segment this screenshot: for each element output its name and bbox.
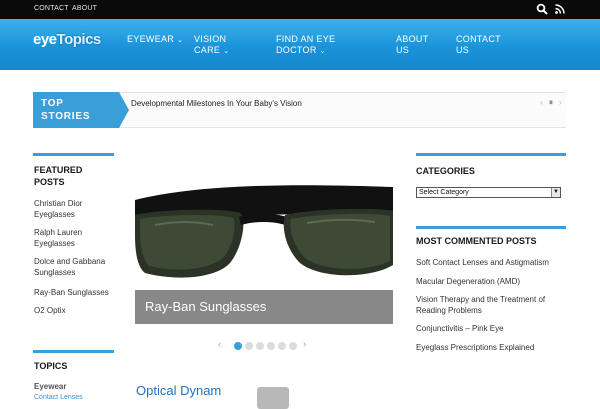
featured-post-link[interactable]: Ralph Lauren Eyeglasses (34, 227, 82, 249)
featured-post-link[interactable]: Dolce and Gabbana Sunglasses (34, 256, 105, 278)
site-logo[interactable]: eyeTopics (33, 31, 101, 48)
chevron-left-icon[interactable]: ‹ (540, 98, 543, 107)
site-header: eyeTopics EYEWEAR ⌄ VISION CARE ⌄ FIND AN … (0, 19, 600, 70)
top-stories-ticker: TOP STORIES Developmental Milestones In … (33, 92, 566, 128)
top-stories-arrow (119, 92, 129, 128)
featured-post-link[interactable]: O2 Optix (34, 305, 66, 316)
slider-dot[interactable] (256, 342, 264, 350)
most-commented-line1: Conjunctivitis – Pink Eye (416, 324, 504, 333)
featured-post-line1: Christian Dior (34, 199, 83, 208)
featured-post-line1: O2 Optix (34, 306, 66, 315)
featured-post-line1: Dolce and Gabbana (34, 257, 106, 266)
slider-pagination: ‹ › (218, 339, 308, 352)
most-commented-line1: Eyeglass Prescriptions Explained (416, 343, 535, 352)
most-commented-line2: Reading Problems (416, 306, 482, 315)
most-commented-line1: Macular Degeneration (AMD) (416, 277, 521, 286)
top-stories-label-line2: STORIES (41, 111, 91, 122)
categories-rule (416, 153, 566, 156)
nav-find-line2: DOCTOR (276, 45, 317, 55)
top-story-link[interactable]: Developmental Milestones In Your Baby's … (131, 99, 302, 108)
slider-dot[interactable] (267, 342, 275, 350)
slider-dot[interactable] (234, 342, 242, 350)
slider-dot[interactable] (278, 342, 286, 350)
nav-about-us[interactable]: ABOUT US (396, 34, 429, 56)
featured-posts-heading: FEATURED POSTS (34, 164, 82, 188)
nav-vision-care-line2: CARE (194, 45, 221, 55)
nav-find-eye-doctor[interactable]: FIND AN EYE DOCTOR ⌄ (276, 34, 335, 57)
pause-icon[interactable]: ⏸ (549, 98, 553, 108)
featured-posts-heading-line1: FEATURED (34, 165, 83, 175)
most-commented-link[interactable]: Eyeglass Prescriptions Explained (416, 342, 534, 353)
chevron-down-icon: ⌄ (177, 37, 184, 44)
most-commented-link[interactable]: Vision Therapy and the Treatment of Read… (416, 294, 545, 316)
nav-contact-line1: CONTACT (456, 34, 501, 44)
topbar-about-link[interactable]: ABOUT (72, 5, 97, 12)
slide-caption-text: Ray-Ban Sunglasses (145, 299, 267, 314)
most-commented-line1: Soft Contact Lenses and Astigmatism (416, 258, 549, 267)
nav-about-line2: US (396, 45, 410, 55)
topbar-contact-link[interactable]: CONTACT (34, 5, 69, 12)
most-commented-link[interactable]: Soft Contact Lenses and Astigmatism (416, 257, 549, 268)
featured-slider[interactable]: Ray-Ban Sunglasses (135, 155, 393, 324)
most-commented-rule (416, 226, 566, 229)
chevron-down-icon: ⌄ (223, 48, 230, 55)
featured-article-next-button[interactable] (257, 387, 289, 409)
category-select[interactable]: Select Category ▼ (416, 187, 561, 198)
nav-vision-care-line1: VISION (194, 34, 227, 44)
search-icon[interactable] (536, 3, 548, 15)
chevron-down-icon: ▼ (551, 188, 560, 197)
most-commented-line1: Vision Therapy and the Treatment of (416, 295, 546, 304)
featured-posts-heading-line2: POSTS (34, 177, 65, 187)
top-stories-label: TOP STORIES (33, 92, 119, 128)
topics-rule (33, 350, 114, 353)
featured-post-line2: Eyeglasses (34, 210, 75, 219)
slider-dot[interactable] (245, 342, 253, 350)
slider-dot[interactable] (289, 342, 297, 350)
most-commented-link[interactable]: Macular Degeneration (AMD) (416, 276, 520, 287)
featured-post-link[interactable]: Christian Dior Eyeglasses (34, 198, 82, 220)
nav-eyewear[interactable]: EYEWEAR ⌄ (127, 34, 183, 46)
nav-vision-care[interactable]: VISION CARE ⌄ (194, 34, 229, 57)
chevron-right-icon[interactable]: › (303, 339, 306, 350)
topics-heading: TOPICS (34, 361, 68, 371)
featured-post-line2: Eyeglasses (34, 239, 75, 248)
top-bar: CONTACT ABOUT (0, 0, 600, 19)
chevron-down-icon: ⌄ (319, 48, 326, 55)
categories-heading: CATEGORIES (416, 166, 475, 176)
rss-icon[interactable] (555, 4, 565, 14)
featured-post-line1: Ray-Ban Sunglasses (34, 288, 109, 297)
logo-part-eye: eye (33, 31, 57, 48)
nav-find-line1: FIND AN EYE (276, 34, 336, 44)
featured-post-line1: Ralph Lauren (34, 228, 83, 237)
top-stories-label-line1: TOP (41, 98, 64, 109)
chevron-right-icon[interactable]: › (559, 98, 562, 107)
featured-post-link[interactable]: Ray-Ban Sunglasses (34, 287, 109, 298)
featured-article-title[interactable]: Optical Dynam (136, 383, 221, 398)
most-commented-link[interactable]: Conjunctivitis – Pink Eye (416, 323, 504, 334)
nav-eyewear-label: EYEWEAR (127, 34, 175, 44)
featured-post-line2: Sunglasses (34, 268, 76, 277)
category-select-value: Select Category (419, 189, 469, 196)
nav-contact-us[interactable]: CONTACT US (456, 34, 501, 56)
topics-eyewear-label[interactable]: Eyewear (34, 382, 66, 391)
nav-contact-line2: US (456, 45, 470, 55)
nav-about-line1: ABOUT (396, 34, 429, 44)
logo-part-topics: Topics (56, 31, 102, 48)
most-commented-heading: MOST COMMENTED POSTS (416, 236, 537, 246)
slide-caption[interactable]: Ray-Ban Sunglasses (135, 290, 393, 324)
featured-posts-rule (33, 153, 114, 156)
chevron-left-icon[interactable]: ‹ (218, 339, 221, 350)
